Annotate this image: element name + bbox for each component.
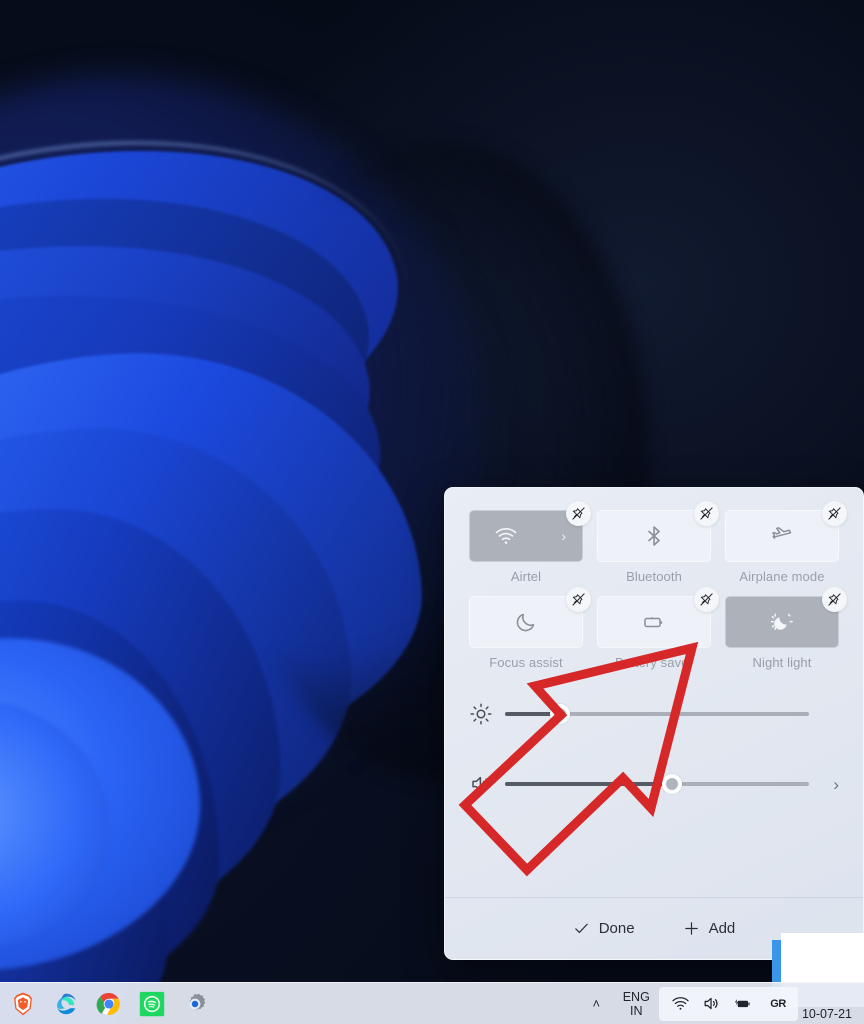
desktop-screen: › Airtel Bluetooth Airplane mode Focus a… [0, 0, 864, 1024]
quick-tile-focus-assist[interactable]: Focus assist [469, 587, 591, 670]
google-chrome-glyph [96, 992, 120, 1015]
brave-browser-icon[interactable] [10, 991, 36, 1017]
brightness-icon [470, 703, 492, 725]
unpin-badge-airplane-mode[interactable] [822, 501, 847, 526]
volume-icon [472, 776, 489, 792]
quick-settings-panel[interactable]: › Airtel Bluetooth Airplane mode Focus a… [444, 487, 864, 960]
system-tray[interactable]: ˄ ENG IN GR 10-07-21 [579, 983, 864, 1024]
spotify-icon[interactable] [139, 991, 165, 1017]
unpin-icon [572, 593, 585, 606]
quick-tile-label-focus-assist: Focus assist [489, 655, 563, 670]
spotify-glyph [139, 991, 165, 1016]
volume-slider-thumb[interactable] [662, 774, 683, 794]
tray-language-line2: IN [630, 1003, 643, 1018]
brightness-slider-thumb[interactable] [549, 704, 570, 724]
quick-settings-sliders: › [469, 690, 839, 808]
night-light-icon [770, 613, 793, 630]
tray-clock[interactable]: 10-07-21 [798, 1006, 860, 1022]
unpin-icon [572, 507, 585, 520]
quick-settings-tile-grid: › Airtel Bluetooth Airplane mode Focus a… [469, 501, 847, 670]
settings-gear-glyph [189, 993, 206, 1010]
quick-tile-bluetooth[interactable]: Bluetooth [597, 501, 719, 584]
battery-charging-icon[interactable] [733, 994, 752, 1013]
volume-output-chevron-icon[interactable]: › [821, 776, 839, 793]
check-icon [574, 923, 588, 934]
volume-slider-row[interactable]: › [469, 760, 839, 808]
tray-grammarly-icon[interactable]: GR [764, 998, 786, 1010]
wifi-icon [495, 528, 517, 544]
quick-tile-airplane-mode[interactable]: Airplane mode [725, 501, 847, 584]
unpin-badge-battery-saver[interactable] [694, 587, 719, 612]
taskbar-app-list [0, 991, 208, 1017]
quick-tile-airtel[interactable]: › Airtel [469, 501, 591, 584]
tray-language-indicator[interactable]: ENG IN [613, 990, 659, 1018]
unpin-icon [828, 593, 841, 606]
airplane-icon [772, 527, 792, 539]
plus-icon [684, 922, 698, 935]
brightness-slider-row[interactable] [469, 690, 839, 738]
done-button[interactable]: Done [563, 914, 645, 943]
quick-tile-label-airplane-mode: Airplane mode [739, 569, 825, 584]
battery-saver-icon [644, 617, 663, 628]
unpin-badge-focus-assist[interactable] [566, 587, 591, 612]
settings-gear-icon[interactable] [182, 991, 208, 1017]
done-button-label: Done [598, 920, 635, 937]
brave-browser-glyph [14, 992, 32, 1015]
unpin-badge-airtel[interactable] [566, 501, 591, 526]
quick-tile-label-night-light: Night light [752, 655, 812, 670]
volume-slider-fill [505, 782, 673, 786]
volume-slider-track-wrap[interactable] [505, 773, 809, 795]
wifi-icon[interactable] [671, 994, 690, 1013]
chevron-right-icon[interactable]: › [561, 529, 566, 543]
taskbar[interactable]: ˄ ENG IN GR 10-07-21 [0, 982, 864, 1024]
unpin-icon [700, 507, 713, 520]
quick-tile-night-light[interactable]: Night light [725, 587, 847, 670]
tray-date: 10-07-21 [801, 1006, 852, 1021]
bluetooth-icon [648, 526, 660, 546]
unpin-icon [828, 507, 841, 520]
moon-icon [516, 613, 535, 632]
quick-tile-label-airtel: Airtel [510, 569, 542, 584]
tray-language-line1: ENG [622, 989, 650, 1004]
google-chrome-icon[interactable] [96, 991, 122, 1017]
tray-expand-chevron-icon[interactable]: ˄ [579, 996, 613, 1011]
unpin-icon [700, 593, 713, 606]
unpin-badge-bluetooth[interactable] [694, 501, 719, 526]
microsoft-edge-glyph [57, 993, 76, 1014]
add-button-label: Add [708, 920, 736, 937]
quick-tile-battery-saver[interactable]: Battery saver [597, 587, 719, 670]
brightness-slider-track-wrap[interactable] [505, 703, 809, 725]
add-button[interactable]: Add [673, 914, 746, 943]
volume-icon[interactable] [702, 994, 721, 1013]
microsoft-edge-icon[interactable] [53, 991, 79, 1017]
quick-tile-label-battery-saver: Battery saver [615, 655, 693, 670]
unpin-badge-night-light[interactable] [822, 587, 847, 612]
tray-status-cluster[interactable]: GR [659, 986, 798, 1021]
quick-tile-label-bluetooth: Bluetooth [626, 569, 682, 584]
